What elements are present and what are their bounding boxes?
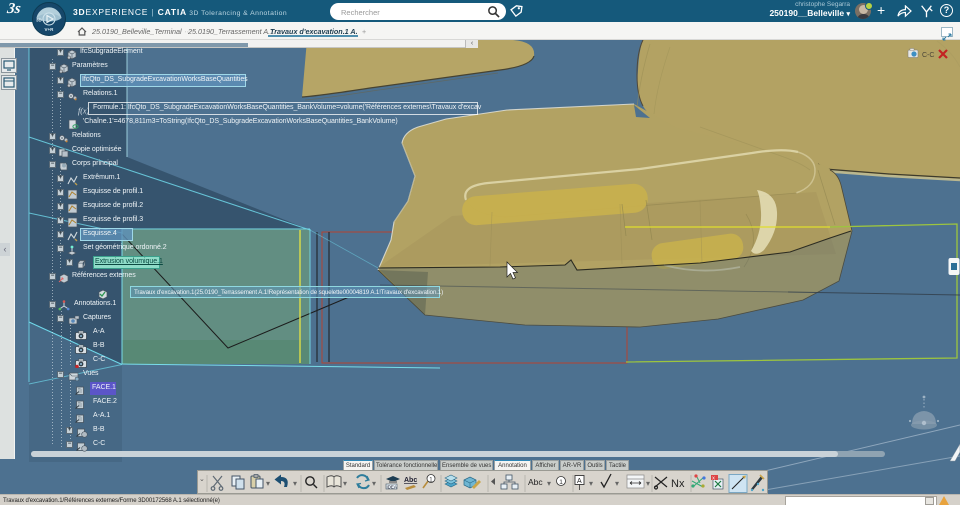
svg-text:IDEA: IDEA	[387, 485, 397, 490]
svg-text:▾: ▾	[615, 479, 619, 488]
svg-text:▾: ▾	[646, 479, 650, 488]
svg-text:V+R: V+R	[45, 27, 55, 32]
svg-text:▾: ▾	[293, 479, 297, 488]
svg-text:Nx: Nx	[671, 478, 685, 490]
svg-text:A: A	[577, 478, 582, 485]
svg-text:⌄: ⌄	[199, 476, 205, 483]
svg-text:C-C: C-C	[922, 52, 934, 59]
svg-text:▾: ▾	[266, 479, 270, 488]
svg-text:Abc: Abc	[404, 477, 417, 484]
svg-text:▾: ▾	[547, 479, 551, 488]
svg-text:3D: 3D	[36, 18, 43, 23]
svg-text:▾: ▾	[589, 479, 593, 488]
svg-text:f(x): f(x)	[78, 106, 89, 115]
svg-text:▾: ▾	[343, 479, 347, 488]
svg-text:Abc: Abc	[528, 477, 543, 487]
svg-text:▾: ▾	[372, 479, 376, 488]
svg-text:X: X	[712, 476, 715, 481]
svg-text:1: 1	[559, 479, 563, 486]
